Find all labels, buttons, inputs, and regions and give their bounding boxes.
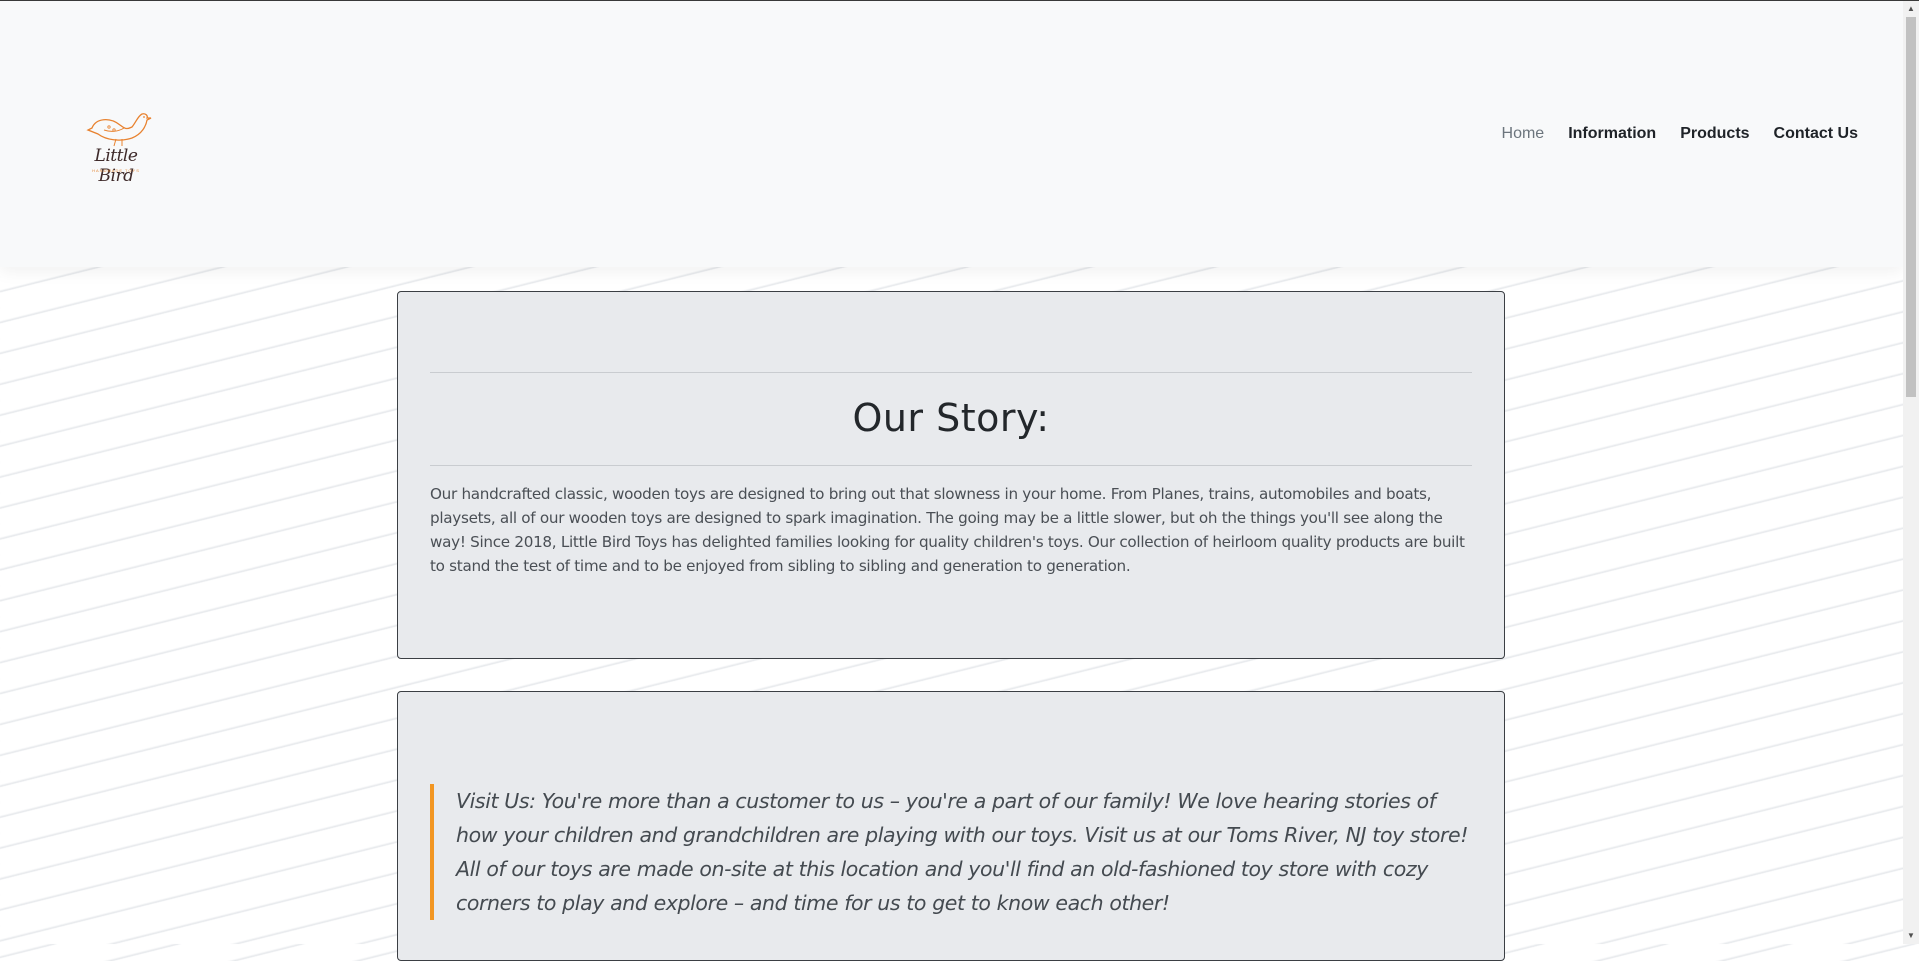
logo-tagline: HANDMADE TOYS <box>92 168 140 173</box>
vertical-scrollbar[interactable]: ▲ ▼ <box>1903 1 1919 944</box>
our-story-body: Our handcrafted classic, wooden toys are… <box>430 485 1465 575</box>
nav-information[interactable]: Information <box>1556 125 1668 143</box>
nav-products[interactable]: Products <box>1668 125 1761 143</box>
visit-us-quote: Visit Us: You're more than a customer to… <box>430 784 1472 920</box>
main-nav: Home Information Products Contact Us <box>1490 125 1870 143</box>
site-header: Little Bird HANDMADE TOYS Home Informati… <box>0 1 1903 267</box>
divider-top <box>430 372 1472 373</box>
visit-us-card: Visit Us: You're more than a customer to… <box>397 691 1505 961</box>
logo[interactable]: Little Bird HANDMADE TOYS <box>76 108 156 186</box>
nav-home[interactable]: Home <box>1490 125 1557 143</box>
our-story-card: Our Story: Our handcrafted classic, wood… <box>397 291 1505 659</box>
arrow-up-icon[interactable]: ▲ <box>1903 1 1919 17</box>
our-story-title: Our Story: <box>852 396 1050 440</box>
logo-brand-text: Little Bird <box>94 146 138 186</box>
scrollbar-thumb[interactable] <box>1906 17 1916 397</box>
bird-icon <box>86 113 152 147</box>
nav-contact-us[interactable]: Contact Us <box>1762 125 1870 143</box>
divider-bottom <box>430 465 1472 466</box>
arrow-down-icon[interactable]: ▼ <box>1903 928 1919 944</box>
